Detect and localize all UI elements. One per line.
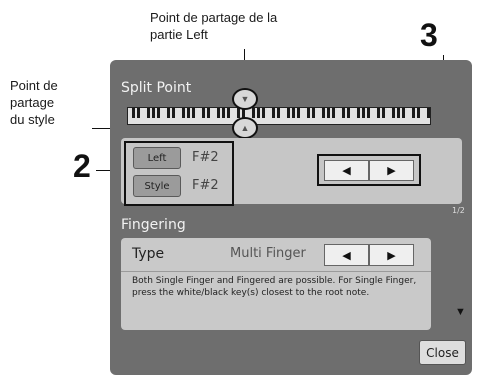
keyboard-black-key (157, 108, 160, 118)
keyboard-black-key (262, 108, 265, 118)
fingering-increment-button[interactable]: ▶ (369, 244, 414, 266)
callout-number-2: 2 (73, 148, 91, 184)
callout-number-3: 3 (420, 17, 438, 53)
page-indicator: 1/2 (452, 206, 465, 215)
keyboard-black-key (152, 108, 155, 118)
split-increment-button[interactable]: ▶ (369, 160, 414, 181)
left-split-point-marker[interactable]: ▼ (232, 88, 258, 110)
keyboard-black-key (172, 108, 175, 118)
close-button[interactable]: Close (419, 340, 466, 365)
keyboard-black-key (402, 108, 405, 118)
marker-down-icon: ▼ (240, 93, 250, 104)
keyboard-black-key (182, 108, 185, 118)
keyboard-black-key (307, 108, 310, 118)
fingering-type-label: Type (132, 246, 165, 262)
keyboard-black-key (287, 108, 290, 118)
fingering-type-value: Multi Finger (230, 246, 306, 261)
fingering-divider (121, 271, 431, 272)
style-split-button[interactable]: Style (133, 175, 181, 197)
keyboard-black-key (207, 108, 210, 118)
keyboard-black-key (312, 108, 315, 118)
style-split-value: F#2 (192, 178, 219, 193)
keyboard-black-key (382, 108, 385, 118)
annotation-left-part-split-point: Point de partage de la partie Left (150, 9, 350, 43)
keyboard-black-key (362, 108, 365, 118)
keyboard-black-key (227, 108, 230, 118)
annotation-line: Point de (10, 78, 58, 93)
keyboard-black-key (332, 108, 335, 118)
fingering-description: Both Single Finger and Fingered are poss… (132, 276, 417, 298)
keyboard-black-key (292, 108, 295, 118)
keyboard-black-key (272, 108, 275, 118)
keyboard-black-key (427, 108, 430, 118)
keyboard-black-key (367, 108, 370, 118)
keyboard-black-key (392, 108, 395, 118)
annotation-line: Point de partage de la (150, 10, 278, 25)
keyboard-black-key (417, 108, 420, 118)
arrow-right-icon: ▶ (387, 165, 396, 177)
left-split-value: F#2 (192, 150, 219, 165)
arrow-right-icon: ▶ (387, 249, 396, 262)
style-split-point-marker[interactable]: ▲ (232, 117, 258, 139)
arrow-left-icon: ◀ (342, 165, 351, 177)
keyboard-black-key (342, 108, 345, 118)
keyboard-black-key (347, 108, 350, 118)
keyboard-black-key (252, 108, 255, 118)
split-decrement-button[interactable]: ◀ (324, 160, 369, 181)
keyboard-graphic (127, 107, 431, 125)
keyboard-black-key (257, 108, 260, 118)
arrow-left-icon: ◀ (342, 249, 351, 262)
keyboard-black-key (322, 108, 325, 118)
keyboard-black-key (377, 108, 380, 118)
keyboard-black-key (237, 108, 240, 118)
keyboard-black-key (217, 108, 220, 118)
keyboard-black-key (187, 108, 190, 118)
keyboard-black-key (137, 108, 140, 118)
keyboard-black-key (397, 108, 400, 118)
keyboard-black-key (147, 108, 150, 118)
keyboard-black-key (222, 108, 225, 118)
annotation-line: du style (10, 112, 55, 127)
annotation-line: partie Left (150, 27, 208, 42)
keyboard-black-key (297, 108, 300, 118)
keyboard-black-key (167, 108, 170, 118)
annotation-style-split-point: Point de partage du style (10, 77, 100, 128)
keyboard-black-key (412, 108, 415, 118)
keyboard-black-key (192, 108, 195, 118)
fingering-title: Fingering (121, 217, 186, 233)
keyboard-black-key (327, 108, 330, 118)
fingering-decrement-button[interactable]: ◀ (324, 244, 369, 266)
keyboard-black-key (277, 108, 280, 118)
scroll-down-icon[interactable]: ▼ (455, 306, 466, 318)
keyboard-black-key (202, 108, 205, 118)
keyboard-black-key (357, 108, 360, 118)
keyboard-black-key (132, 108, 135, 118)
annotation-line: partage (10, 95, 55, 110)
split-point-title: Split Point (121, 80, 192, 96)
marker-up-icon: ▲ (240, 122, 250, 133)
left-split-button[interactable]: Left (133, 147, 181, 169)
